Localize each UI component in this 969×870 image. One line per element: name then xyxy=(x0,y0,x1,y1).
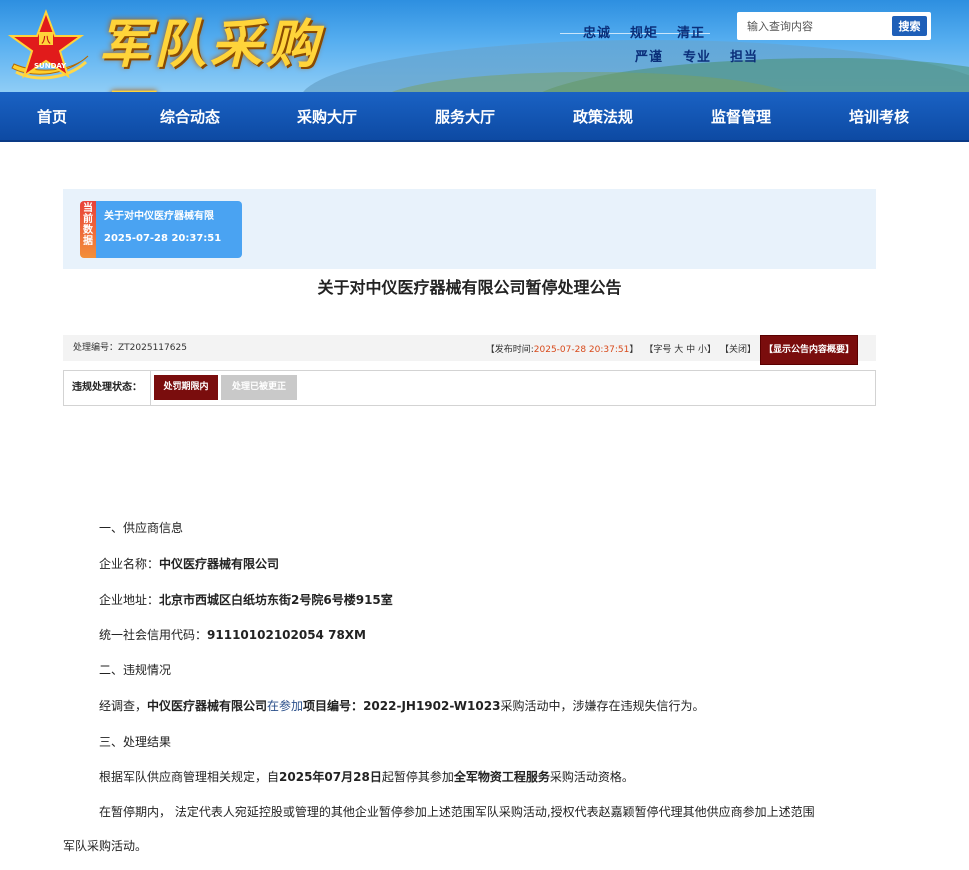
credit-code: 91110102102054 78XM xyxy=(207,628,366,642)
text-span: 经调查， xyxy=(99,699,148,713)
motto-item: 担当 xyxy=(730,50,759,65)
nav-item-home[interactable]: 首页 xyxy=(10,92,94,142)
army-star-logo-icon[interactable]: 八 SUNDAY xyxy=(6,6,90,86)
project-number: 2022-JH1902-W1023 xyxy=(363,699,501,713)
motto-item: 严谨 xyxy=(635,50,664,65)
show-summary-button[interactable]: 【显示公告内容概要】 xyxy=(759,335,858,365)
company-name: 中仪医疗器械有限公司 xyxy=(159,557,280,571)
project-number-label: 项目编号： xyxy=(303,699,364,713)
motto-item: 清正 xyxy=(677,26,706,41)
nav-item-training[interactable]: 培训考核 xyxy=(837,92,921,142)
company-name-label: 企业名称： xyxy=(99,557,160,571)
violation-status-label: 违规处理状态： xyxy=(64,371,151,405)
violation-paragraph: 经调查，中仪医疗器械有限公司在参加项目编号：2022-JH1902-W1023采… xyxy=(99,697,704,714)
nav-item-procurement-hall[interactable]: 采购大厅 xyxy=(285,92,369,142)
current-data-time: 2025-07-28 20:37:51 xyxy=(104,233,222,244)
close-link[interactable]: 【关闭】 xyxy=(720,337,756,363)
credit-code-label: 统一社会信用代码： xyxy=(99,628,208,642)
site-title[interactable]: 军队采购网 xyxy=(98,10,358,92)
current-data-title: 关于对中仪医疗器械有限 xyxy=(104,211,214,222)
section-heading: 一、供应商信息 xyxy=(99,521,184,535)
suspend-scope: 全军物资工程服务 xyxy=(453,770,550,784)
suspend-date: 2025年07月28日 xyxy=(279,770,382,784)
section-heading: 二、违规情况 xyxy=(99,663,172,677)
header-banner: 八 SUNDAY 军队采购网 忠诚 规矩 清正 严谨 专业 担当 搜索 xyxy=(0,0,969,92)
text-span: 根据军队供应商管理相关规定，自 xyxy=(99,770,280,784)
motto-item: 规矩 xyxy=(630,26,659,41)
suspension-paragraph-line1: 在暂停期内， 法定代表人宛延控股或管理的其他企业暂停参加上述范围军队采购活动,授… xyxy=(99,805,815,819)
motto-item: 忠诚 xyxy=(583,26,612,41)
text-span: 在参加 xyxy=(267,699,304,713)
company-address: 北京市西城区白纸坊东街2号院6号楼915室 xyxy=(159,593,393,607)
company-address-row: 企业地址：北京市西城区白纸坊东街2号院6号楼915室 xyxy=(99,591,393,608)
process-number-value: ZT2025117625 xyxy=(118,343,187,353)
violation-status-row: 违规处理状态： 处罚期限内 处理已被更正 xyxy=(63,370,876,406)
notice-info-bar: 处理编号：ZT2025117625 【发布时间: 2025-07-28 20:3… xyxy=(63,335,876,365)
nav-item-supervision[interactable]: 监督管理 xyxy=(699,92,783,142)
text-span: 采购活动中，涉嫌存在违规失信行为。 xyxy=(500,699,705,713)
credit-code-row: 统一社会信用代码：91110102102054 78XM xyxy=(99,626,366,643)
text-span: 采购活动资格。 xyxy=(549,770,634,784)
company-name: 中仪医疗器械有限公司 xyxy=(147,699,268,713)
svg-text:八: 八 xyxy=(40,35,51,46)
page-title: 关于对中仪医疗器械有限公司暂停处理公告 xyxy=(317,278,622,297)
publish-label: 【发布时间: xyxy=(485,345,534,355)
nav-item-news[interactable]: 综合动态 xyxy=(148,92,232,142)
motto-item: 专业 xyxy=(683,50,712,65)
publish-close: 】 xyxy=(629,345,639,355)
company-name-row: 企业名称：中仪医疗器械有限公司 xyxy=(99,555,279,572)
main-nav: 首页 综合动态 采购大厅 服务大厅 政策法规 监督管理 培训考核 xyxy=(0,92,969,142)
logo-text: SUNDAY xyxy=(34,62,67,70)
font-size-control[interactable]: 【字号 大 中 小】 xyxy=(644,337,716,363)
current-data-card[interactable]: 关于对中仪医疗器械有限 2025-07-28 20:37:51 xyxy=(96,201,242,258)
notice-tools: 【发布时间: 2025-07-28 20:37:51】 【字号 大 中 小】 【… xyxy=(486,335,858,365)
status-badge-inactive[interactable]: 处理已被更正 xyxy=(221,375,297,400)
nav-item-service-hall[interactable]: 服务大厅 xyxy=(423,92,507,142)
search-button[interactable]: 搜索 xyxy=(892,16,927,36)
current-data-tag: 当前数据 xyxy=(80,201,96,258)
search-input[interactable] xyxy=(737,13,892,39)
process-number-label: 处理编号： xyxy=(73,343,119,353)
suspension-paragraph-line2: 军队采购活动。 xyxy=(63,839,148,853)
nav-item-policy[interactable]: 政策法规 xyxy=(561,92,645,142)
search-box: 搜索 xyxy=(737,12,931,40)
text-span: 起暂停其参加 xyxy=(381,770,454,784)
result-paragraph: 根据军队供应商管理相关规定，自2025年07月28日起暂停其参加全军物资工程服务… xyxy=(99,768,634,785)
publish-time: 2025-07-28 20:37:51 xyxy=(533,345,630,355)
status-badge-active[interactable]: 处罚期限内 xyxy=(154,375,218,400)
process-number: 处理编号：ZT2025117625 xyxy=(73,335,187,361)
section-heading: 三、处理结果 xyxy=(99,735,172,749)
company-address-label: 企业地址： xyxy=(99,593,160,607)
